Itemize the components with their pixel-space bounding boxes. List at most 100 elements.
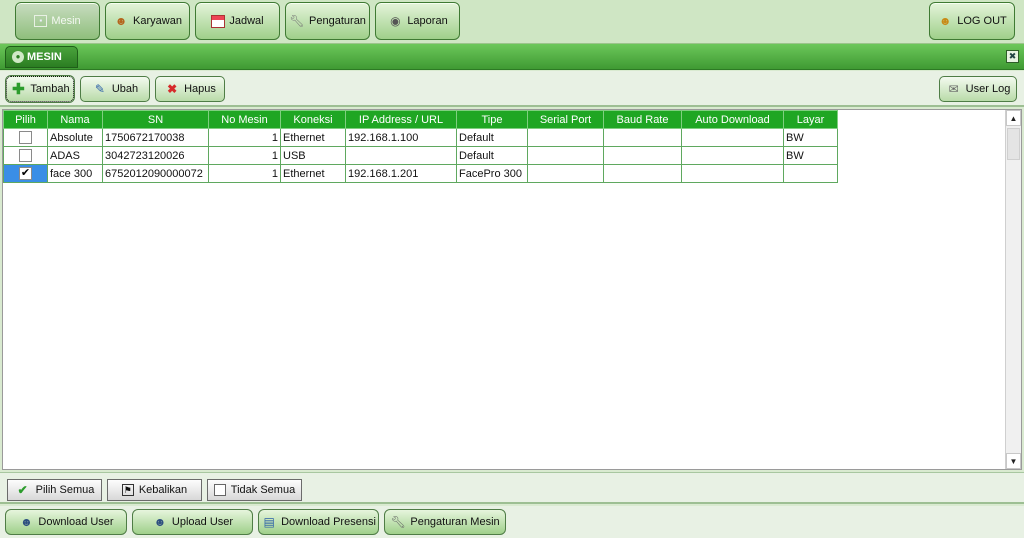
column-header-nama[interactable]: Nama bbox=[47, 110, 103, 129]
cell-auto-download[interactable] bbox=[681, 164, 784, 183]
column-header-baud-rate[interactable]: Baud Rate bbox=[603, 110, 682, 129]
wrench-icon: 🔧︎ bbox=[289, 14, 305, 28]
table-row[interactable]: ✔ face 300 6752012090000072 1 Ethernet 1… bbox=[3, 164, 838, 183]
tab-mesin-label: MESIN bbox=[27, 51, 62, 63]
logout-button[interactable]: ☻ LOG OUT bbox=[929, 2, 1015, 40]
cell-layar[interactable]: BW bbox=[783, 146, 838, 165]
cell-layar[interactable] bbox=[783, 164, 838, 183]
column-header-layar[interactable]: Layar bbox=[783, 110, 838, 129]
add-label: Tambah bbox=[30, 83, 70, 95]
add-button[interactable]: ✚ Tambah bbox=[5, 75, 75, 103]
row-select-cell[interactable]: ✔ bbox=[3, 164, 48, 183]
select-all-label: Pilih Semua bbox=[35, 484, 95, 496]
cell-serial-port[interactable] bbox=[527, 128, 604, 147]
cell-sn[interactable]: 3042723120026 bbox=[102, 146, 209, 165]
tab-strip: ● MESIN ✖ bbox=[0, 44, 1024, 70]
select-none-button[interactable]: Tidak Semua bbox=[207, 479, 302, 501]
row-checkbox-checked[interactable]: ✔ bbox=[19, 167, 32, 180]
cell-baud-rate[interactable] bbox=[603, 128, 682, 147]
machine-settings-button[interactable]: 🔧︎ Pengaturan Mesin bbox=[384, 509, 506, 535]
column-header-no-mesin[interactable]: No Mesin bbox=[208, 110, 281, 129]
cell-serial-port[interactable] bbox=[527, 164, 604, 183]
top-navigation: ▪ Mesin ☻ Karyawan Jadwal 🔧︎ Pengaturan … bbox=[0, 0, 1024, 44]
cell-layar[interactable]: BW bbox=[783, 128, 838, 147]
empty-checkbox-icon bbox=[213, 484, 226, 496]
cell-baud-rate[interactable] bbox=[603, 146, 682, 165]
logout-label: LOG OUT bbox=[957, 15, 1007, 27]
cell-nama[interactable]: Absolute bbox=[47, 128, 103, 147]
download-attendance-label: Download Presensi bbox=[281, 516, 376, 528]
nav-karyawan-button[interactable]: ☻ Karyawan bbox=[105, 2, 190, 40]
close-tab-icon[interactable]: ✖ bbox=[1006, 50, 1019, 63]
cell-koneksi[interactable]: USB bbox=[280, 146, 346, 165]
edit-button[interactable]: ✎ Ubah bbox=[80, 76, 150, 102]
machine-actions-bar: ☻ Download User ☻ Upload User ▤ Download… bbox=[0, 506, 1024, 538]
delete-button[interactable]: ✖ Hapus bbox=[155, 76, 225, 102]
row-checkbox[interactable] bbox=[19, 131, 32, 144]
nav-laporan-button[interactable]: ◉ Laporan bbox=[375, 2, 460, 40]
cell-no-mesin[interactable]: 1 bbox=[208, 146, 281, 165]
column-header-tipe[interactable]: Tipe bbox=[456, 110, 528, 129]
cell-tipe[interactable]: Default bbox=[456, 128, 528, 147]
download-user-button[interactable]: ☻ Download User bbox=[5, 509, 127, 535]
column-header-koneksi[interactable]: Koneksi bbox=[280, 110, 346, 129]
column-header-pilih[interactable]: Pilih bbox=[3, 110, 48, 129]
cell-nama[interactable]: face 300 bbox=[47, 164, 103, 183]
nav-mesin-label: Mesin bbox=[51, 15, 81, 27]
scroll-down-arrow-icon[interactable]: ▼ bbox=[1006, 453, 1021, 469]
cell-ip-address[interactable]: 192.168.1.100 bbox=[345, 128, 457, 147]
tab-mesin[interactable]: ● MESIN bbox=[5, 46, 78, 68]
nav-pengaturan-button[interactable]: 🔧︎ Pengaturan bbox=[285, 2, 370, 40]
column-header-sn[interactable]: SN bbox=[102, 110, 209, 129]
select-all-button[interactable]: ✔ Pilih Semua bbox=[7, 479, 102, 501]
cell-auto-download[interactable] bbox=[681, 128, 784, 147]
column-header-auto-download[interactable]: Auto Download bbox=[681, 110, 784, 129]
cell-sn[interactable]: 1750672170038 bbox=[102, 128, 209, 147]
attendance-icon: ▤ bbox=[263, 515, 275, 529]
cell-koneksi[interactable]: Ethernet bbox=[280, 164, 346, 183]
upload-user-button[interactable]: ☻ Upload User bbox=[132, 509, 253, 535]
check-all-icon: ✔ bbox=[17, 483, 28, 497]
invert-selection-label: Kebalikan bbox=[138, 484, 188, 496]
upload-user-label: Upload User bbox=[171, 516, 234, 528]
edit-icon: ✎ bbox=[94, 82, 105, 96]
edit-label: Ubah bbox=[111, 83, 139, 95]
row-checkbox[interactable] bbox=[19, 149, 32, 162]
cell-ip-address[interactable] bbox=[345, 146, 457, 165]
machine-settings-label: Pengaturan Mesin bbox=[410, 516, 500, 528]
row-select-cell[interactable] bbox=[3, 128, 48, 147]
download-attendance-button[interactable]: ▤ Download Presensi bbox=[258, 509, 379, 535]
column-header-ip-address[interactable]: IP Address / URL bbox=[345, 110, 457, 129]
select-none-label: Tidak Semua bbox=[230, 484, 296, 496]
cell-no-mesin[interactable]: 1 bbox=[208, 164, 281, 183]
cell-baud-rate[interactable] bbox=[603, 164, 682, 183]
scroll-thumb[interactable] bbox=[1007, 128, 1020, 160]
table-row[interactable]: Absolute 1750672170038 1 Ethernet 192.16… bbox=[3, 128, 838, 147]
row-select-cell[interactable] bbox=[3, 146, 48, 165]
cell-auto-download[interactable] bbox=[681, 146, 784, 165]
cell-ip-address[interactable]: 192.168.1.201 bbox=[345, 164, 457, 183]
table-row[interactable]: ADAS 3042723120026 1 USB Default BW bbox=[3, 146, 838, 165]
nav-jadwal-button[interactable]: Jadwal bbox=[195, 2, 280, 40]
cell-nama[interactable]: ADAS bbox=[47, 146, 103, 165]
column-header-serial-port[interactable]: Serial Port bbox=[527, 110, 604, 129]
cell-no-mesin[interactable]: 1 bbox=[208, 128, 281, 147]
cell-koneksi[interactable]: Ethernet bbox=[280, 128, 346, 147]
user-download-icon: ☻ bbox=[20, 515, 33, 529]
machine-icon: ▪ bbox=[34, 15, 48, 27]
nav-mesin-button[interactable]: ▪ Mesin bbox=[15, 2, 100, 40]
machine-grid[interactable]: Pilih Nama SN No Mesin Koneksi IP Addres… bbox=[2, 109, 1022, 470]
nav-laporan-label: Laporan bbox=[407, 15, 448, 27]
nav-pengaturan-label: Pengaturan bbox=[309, 15, 366, 27]
scroll-up-arrow-icon[interactable]: ▲ bbox=[1006, 110, 1021, 126]
plus-icon: ✚ bbox=[12, 80, 25, 98]
vertical-scrollbar[interactable]: ▲ ▼ bbox=[1005, 110, 1021, 469]
cell-sn[interactable]: 6752012090000072 bbox=[102, 164, 209, 183]
user-log-label: User Log bbox=[965, 83, 1011, 95]
cell-serial-port[interactable] bbox=[527, 146, 604, 165]
cell-tipe[interactable]: Default bbox=[456, 146, 528, 165]
user-log-button[interactable]: ✉ User Log bbox=[939, 76, 1017, 102]
cell-tipe[interactable]: FacePro 300 bbox=[456, 164, 528, 183]
machine-tab-icon: ● bbox=[12, 51, 24, 63]
invert-selection-button[interactable]: ⚑ Kebalikan bbox=[107, 479, 202, 501]
